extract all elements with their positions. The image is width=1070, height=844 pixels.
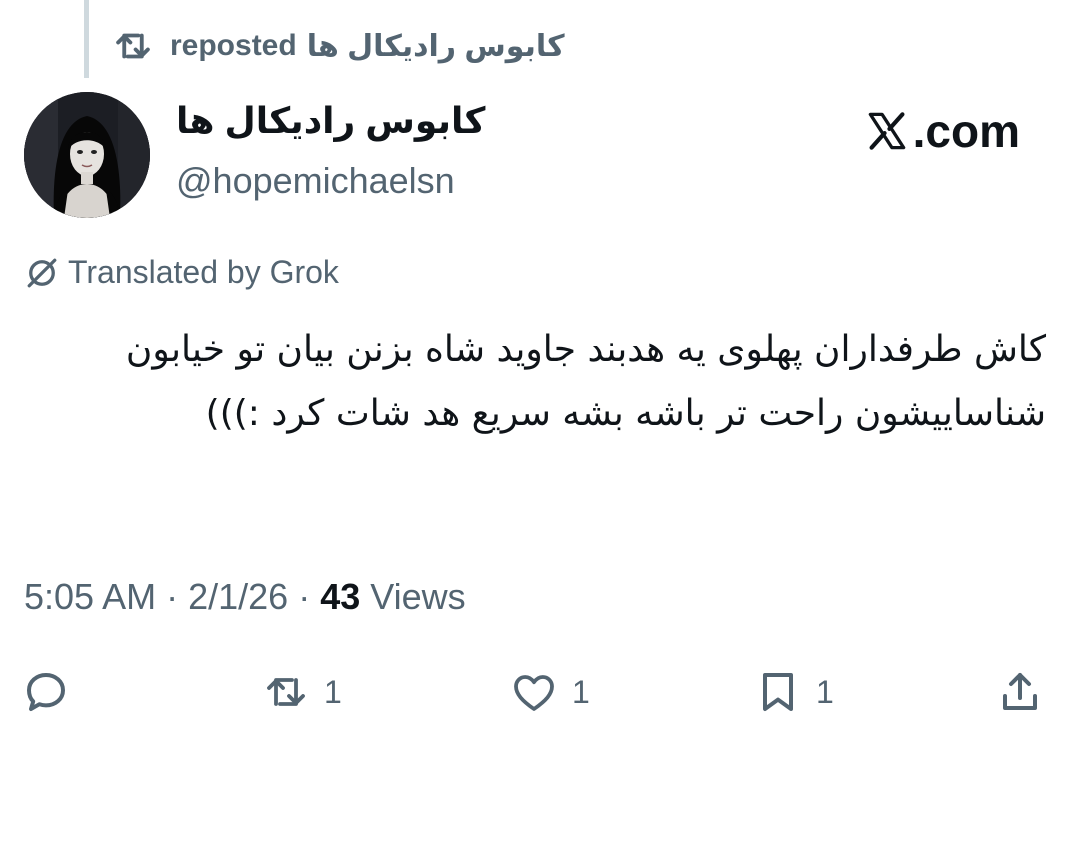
tweet-date[interactable]: 2/1/26 — [188, 576, 288, 617]
meta-separator: · — [288, 576, 321, 617]
author-display-name[interactable]: کابوس رادیکال ها — [176, 100, 485, 142]
like-count: 1 — [572, 673, 590, 710]
like-button[interactable]: 1 — [510, 664, 590, 720]
repost-label: reposted — [170, 29, 297, 62]
translation-note[interactable]: Translated by Grok — [24, 254, 339, 291]
reposter-name[interactable]: کابوس رادیکال ها — [307, 29, 565, 64]
views-count: 43 — [320, 576, 361, 617]
reply-button[interactable] — [22, 664, 84, 720]
repost-icon — [116, 33, 150, 59]
x-logo-icon — [868, 112, 905, 150]
repost-banner[interactable]: reposted کابوس رادیکال ها — [112, 24, 565, 68]
share-button[interactable] — [996, 664, 1044, 720]
reply-icon — [27, 673, 65, 711]
translation-label: Translated by Grok — [68, 254, 339, 290]
bookmark-button[interactable]: 1 — [754, 664, 834, 720]
share-icon — [1003, 673, 1037, 710]
tweet-text: کاش طرفداران پهلوی یه هدبند جاوید شاه بز… — [125, 329, 1046, 434]
bookmark-icon — [763, 673, 793, 711]
heart-icon — [514, 675, 554, 711]
views-label: Views — [370, 576, 466, 617]
source-watermark: .com — [865, 104, 1020, 158]
repost-icon — [267, 678, 305, 706]
avatar-photo — [24, 92, 150, 218]
source-site-label: .com — [912, 105, 1020, 157]
repost-count: 1 — [324, 673, 342, 710]
bookmark-count: 1 — [816, 673, 834, 710]
meta-separator: · — [156, 576, 189, 617]
author-handle[interactable]: @hopemichaelsn — [176, 160, 455, 202]
thread-line — [84, 0, 89, 78]
tweet-time[interactable]: 5:05 AM — [24, 576, 156, 617]
action-bar: 1 1 1 — [0, 664, 1070, 720]
avatar[interactable] — [24, 92, 150, 218]
grok-icon — [27, 258, 57, 287]
tweet-meta: 5:05 AM · 2/1/26 · 43 Views — [24, 576, 466, 618]
repost-button[interactable]: 1 — [262, 664, 342, 720]
